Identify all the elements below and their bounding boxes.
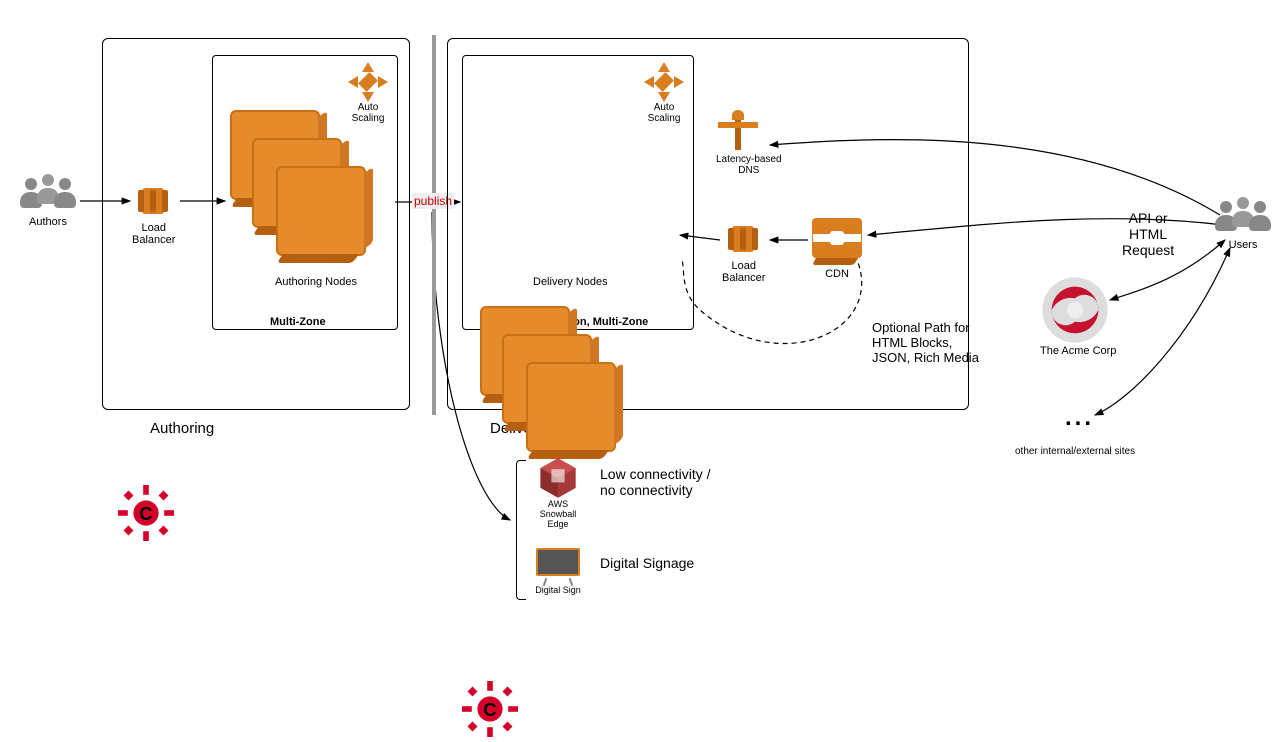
authoring-autoscale: Auto Scaling bbox=[348, 62, 388, 124]
delivery-lb: Load Balancer bbox=[722, 218, 765, 284]
digital-sign-icon bbox=[534, 546, 582, 586]
snowball-title: Low connectivity / no connectivity bbox=[600, 466, 711, 498]
svg-text:C: C bbox=[483, 700, 496, 720]
users-icon bbox=[1215, 197, 1271, 239]
authoring-title: Authoring bbox=[150, 420, 214, 437]
delivery-nodes bbox=[480, 306, 600, 446]
authoring-autoscale-label: Auto Scaling bbox=[348, 102, 388, 124]
craftercms-logo-delivery: C bbox=[462, 681, 518, 737]
users-icon bbox=[20, 174, 76, 216]
users-label: Users bbox=[1215, 239, 1271, 251]
authoring-lb: Load Balancer bbox=[132, 180, 175, 246]
load-balancer-icon bbox=[132, 180, 174, 222]
signage-title: Digital Signage bbox=[600, 555, 694, 571]
dns-icon bbox=[716, 110, 760, 154]
other-sites-label: other internal/external sites bbox=[1015, 446, 1135, 457]
signage-label: Digital Sign bbox=[534, 586, 582, 596]
craftercms-logo-authoring: C bbox=[118, 485, 174, 541]
snowball-group: AWS Snowball Edge bbox=[536, 456, 580, 530]
load-balancer-icon bbox=[722, 218, 764, 260]
dns-group: Latency-based DNS bbox=[716, 110, 782, 176]
autoscale-icon bbox=[348, 62, 388, 102]
authors-group: Authors bbox=[20, 174, 76, 228]
authors-label: Authors bbox=[20, 216, 76, 228]
cdn-label: CDN bbox=[812, 268, 862, 280]
delivery-autoscale-label: Auto Scaling bbox=[644, 102, 684, 124]
delivery-nodes-label: Delivery Nodes bbox=[533, 276, 608, 288]
delivery-autoscale: Auto Scaling bbox=[644, 62, 684, 124]
signage-group: Digital Sign bbox=[534, 546, 582, 596]
snowball-icon bbox=[536, 456, 580, 500]
authoring-zone-label: Multi-Zone bbox=[270, 316, 326, 328]
acme-group: The Acme Corp bbox=[1040, 275, 1116, 357]
optional-path-label: Optional Path for HTML Blocks, JSON, Ric… bbox=[872, 320, 979, 365]
svg-text:C: C bbox=[139, 504, 152, 524]
authoring-nodes bbox=[230, 110, 350, 250]
users-group: Users bbox=[1215, 197, 1271, 251]
delivery-lb-label: Load Balancer bbox=[722, 260, 765, 284]
cdn-icon bbox=[812, 218, 862, 258]
acme-label: The Acme Corp bbox=[1040, 345, 1116, 357]
divider bbox=[432, 35, 436, 415]
autoscale-icon bbox=[644, 62, 684, 102]
ellipsis-label: ... bbox=[1065, 404, 1094, 432]
dns-label: Latency-based DNS bbox=[716, 154, 782, 176]
authoring-nodes-label: Authoring Nodes bbox=[275, 276, 357, 288]
offline-bracket bbox=[516, 460, 526, 600]
snowball-label: AWS Snowball Edge bbox=[536, 500, 580, 530]
acme-logo-icon bbox=[1040, 275, 1110, 345]
request-label: API or HTML Request bbox=[1122, 210, 1174, 258]
authoring-lb-label: Load Balancer bbox=[132, 222, 175, 246]
cdn-group: CDN bbox=[812, 218, 862, 280]
